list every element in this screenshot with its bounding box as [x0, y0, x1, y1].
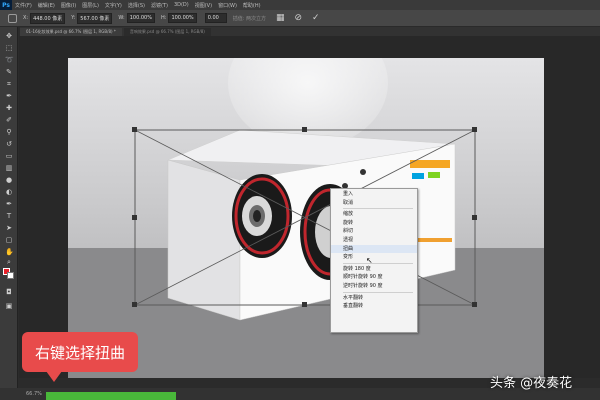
watermark: 头条 @夜奏花 [490, 376, 573, 391]
shape-tool-icon[interactable]: ▢ [5, 237, 13, 244]
context-menu-item[interactable]: 透视 [331, 236, 417, 245]
lasso-tool-icon[interactable]: ➰ [5, 57, 14, 64]
context-menu-item[interactable]: 缩放 [331, 210, 417, 219]
zoom-level[interactable]: 66.7% [26, 391, 42, 397]
context-menu-item[interactable]: 重入 [331, 190, 417, 199]
brush-tool-icon[interactable]: ✐ [5, 117, 13, 124]
angle-input[interactable]: 0.00 [204, 13, 227, 23]
angle-field: 0.00 [203, 13, 227, 23]
hand-tool-icon[interactable]: ✋ [5, 249, 14, 256]
y-label: Y: [71, 15, 76, 21]
context-menu-item[interactable]: 取消 [331, 199, 417, 208]
context-menu-item[interactable]: 旋转 180 度 [331, 265, 417, 274]
menu-separator [343, 291, 413, 293]
x-input[interactable]: 448.00 像素 [30, 12, 66, 24]
path-select-tool-icon[interactable]: ➤ [5, 225, 13, 232]
instruction-callout: 右键选择扭曲 [22, 332, 138, 382]
menu-select[interactable]: 选择(S) [125, 2, 148, 9]
x-label: X: [23, 15, 29, 21]
options-bar: X: 448.00 像素 Y: 567.00 像素 W: 100.00% H: … [0, 10, 600, 27]
context-menu-item-distort[interactable]: 扭曲 [331, 244, 417, 254]
context-menu-item[interactable]: 垂直翻转 [331, 302, 417, 311]
menu-3d[interactable]: 3D(D) [171, 2, 192, 8]
menu-filter[interactable]: 滤镜(T) [148, 2, 171, 9]
cancel-transform-button[interactable]: ⊘ [294, 13, 302, 23]
blur-tool-icon[interactable]: ● [5, 177, 13, 184]
menu-layer[interactable]: 图层(L) [79, 2, 102, 9]
h-label: H: [160, 15, 167, 21]
w-label: W: [118, 15, 125, 21]
tab-inactive-document[interactable]: 音响效果.psd @ 66.7% (图层 1, RGB/8) [123, 28, 211, 36]
menu-image[interactable]: 图像(I) [58, 2, 79, 9]
spotlight [228, 58, 388, 148]
quick-mask-icon[interactable]: ◘ [5, 289, 13, 296]
warp-toggle-icon[interactable]: ▦ [276, 13, 285, 23]
w-field: W: 100.00% [118, 13, 155, 23]
context-menu-item[interactable]: 旋转 [331, 219, 417, 228]
clone-stamp-tool-icon[interactable]: ⚲ [5, 129, 13, 136]
quick-select-tool-icon[interactable]: ✎ [5, 69, 13, 76]
x-field: X: 448.00 像素 [23, 12, 66, 24]
menu-separator [343, 208, 413, 210]
menu-window[interactable]: 窗口(W) [215, 2, 240, 9]
eyedropper-tool-icon[interactable]: ✒ [5, 93, 13, 100]
h-input[interactable]: 100.00% [168, 13, 197, 23]
context-menu-item[interactable]: 水平翻转 [331, 294, 417, 303]
type-tool-icon[interactable]: T [5, 213, 13, 220]
context-menu-item[interactable]: 斜切 [331, 227, 417, 236]
menu-type[interactable]: 文字(Y) [102, 2, 125, 9]
menu-bar: Ps 文件(F) 编辑(E) 图像(I) 图层(L) 文字(Y) 选择(S) 滤… [0, 0, 600, 10]
menu-separator [343, 262, 413, 264]
h-field: H: 100.00% [161, 13, 197, 23]
document-tab-bar: 01-16化妆效果.psd @ 66.7% (图层 1, RGB/8) * 音响… [20, 27, 600, 36]
history-brush-tool-icon[interactable]: ↺ [5, 141, 13, 148]
reference-point-icon[interactable] [8, 13, 17, 23]
commit-transform-button[interactable]: ✓ [312, 13, 320, 23]
tab-active-document[interactable]: 01-16化妆效果.psd @ 66.7% (图层 1, RGB/8) * [20, 28, 122, 36]
y-input[interactable]: 567.00 像素 [77, 12, 113, 24]
context-menu-item[interactable]: 变形 [331, 253, 417, 262]
zoom-tool-icon[interactable]: ⌕ [5, 259, 13, 266]
screen-mode-icon[interactable]: ▣ [5, 303, 13, 310]
crop-tool-icon[interactable]: ⌗ [5, 81, 13, 88]
status-highlight [46, 392, 176, 400]
tools-panel: ✥ ⬚ ➰ ✎ ⌗ ✒ ✚ ✐ ⚲ ↺ ▭ ▥ ● ◐ ✒ T ➤ ▢ ✋ ⌕ … [0, 27, 18, 400]
context-menu-item[interactable]: 逆时针旋转 90 度 [331, 282, 417, 291]
callout-text: 右键选择扭曲 [34, 343, 125, 362]
healing-brush-tool-icon[interactable]: ✚ [5, 105, 13, 112]
menu-view[interactable]: 视图(V) [192, 2, 215, 9]
floor [68, 248, 544, 378]
y-field: Y: 567.00 像素 [71, 12, 113, 24]
w-input[interactable]: 100.00% [126, 13, 155, 23]
transform-context-menu: 重入 取消 缩放 旋转 斜切 透视 扭曲 变形 旋转 180 度 顺时针旋转 9… [330, 188, 418, 333]
context-menu-item[interactable]: 顺时针旋转 90 度 [331, 273, 417, 282]
pen-tool-icon[interactable]: ✒ [5, 201, 13, 208]
menu-help[interactable]: 帮助(H) [240, 2, 264, 9]
move-tool-icon[interactable]: ✥ [5, 33, 13, 40]
background-color-swatch[interactable] [7, 272, 14, 279]
interpolation-label: 插值: 两次立方 [232, 15, 266, 22]
document-canvas[interactable] [68, 58, 544, 378]
menu-edit[interactable]: 编辑(E) [35, 2, 58, 9]
mouse-cursor-icon: ↖ [366, 256, 373, 265]
marquee-tool-icon[interactable]: ⬚ [5, 45, 13, 52]
photoshop-logo: Ps [0, 0, 12, 10]
gradient-tool-icon[interactable]: ▥ [5, 165, 13, 172]
dodge-tool-icon[interactable]: ◐ [5, 189, 13, 196]
eraser-tool-icon[interactable]: ▭ [5, 153, 13, 160]
menu-file[interactable]: 文件(F) [12, 2, 35, 9]
